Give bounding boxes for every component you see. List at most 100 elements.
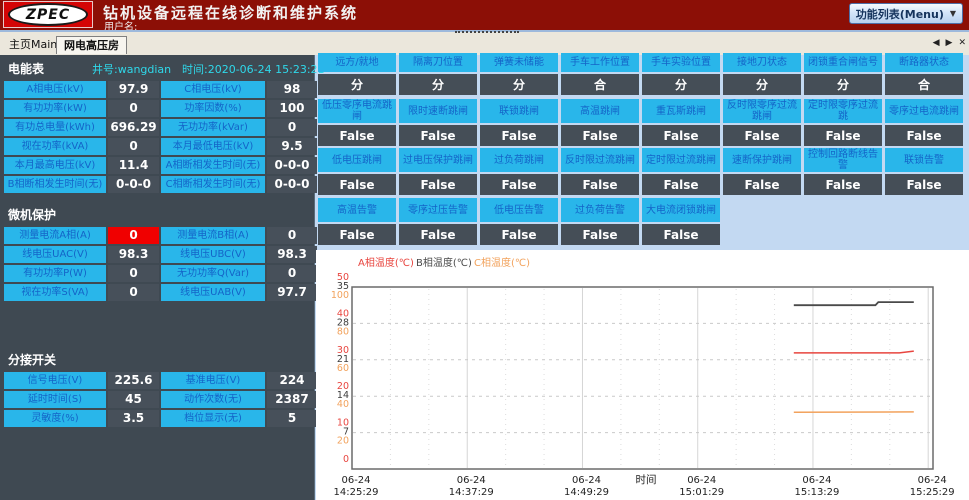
splitter-handle[interactable] <box>455 31 519 37</box>
time-label: 时间:2020-06-24 15:23:21 <box>182 61 325 79</box>
field-value: 0-0-0 <box>108 176 159 193</box>
section-title-protection: 微机保护 <box>8 206 92 224</box>
svg-text:B相温度(℃): B相温度(℃) <box>416 256 472 269</box>
field-label: 信号电压(V) <box>4 372 106 389</box>
tap-switch-grid: 信号电压(V)225.6基准电压(V)224延时时间(S)45动作次数(无)23… <box>4 372 313 427</box>
status-value: 分 <box>804 74 882 95</box>
field-label: 线电压UAC(V) <box>4 246 106 263</box>
field-value: 98.3 <box>108 246 159 263</box>
status-value: 合 <box>561 74 639 95</box>
svg-text:C相温度(℃): C相温度(℃) <box>474 256 530 269</box>
field-value: 0 <box>267 119 317 136</box>
svg-text:06-24: 06-24 <box>457 475 486 486</box>
field-label: A相电压(kV) <box>4 81 106 98</box>
field-value: 0 <box>108 284 159 301</box>
status-label: 联锁告警 <box>885 148 963 172</box>
field-label: 视在功率S(VA) <box>4 284 106 301</box>
field-label: 有功功率P(W) <box>4 265 106 282</box>
protection-grid: 测量电流A相(A)0测量电流B相(A)0线电压UAC(V)98.3线电压UBC(… <box>4 227 313 301</box>
svg-text:06-24: 06-24 <box>802 475 831 486</box>
section-protection: 微机保护 测量电流A相(A)0测量电流B相(A)0线电压UAC(V)98.3线电… <box>0 205 315 301</box>
field-value: 97.9 <box>108 81 159 98</box>
status-panel: 远方/就地分隔离刀位置分弹簧未储能分手车工作位置合手车实验位置分接地刀状态分闭锁… <box>318 53 966 250</box>
status-value: False <box>642 125 720 146</box>
field-value: 98.3 <box>267 246 317 263</box>
well-id-label: 井号:wangdian <box>92 61 182 79</box>
svg-text:0: 0 <box>343 454 349 465</box>
field-value: 2387 <box>267 391 317 408</box>
app-title: 钻机设备远程在线诊断和维护系统 <box>103 2 358 23</box>
section-energy-meter: 电能表井号:wangdian时间:2020-06-24 15:23:21 A相电… <box>0 59 315 193</box>
tab-nav: ◀ ▶ ✕ <box>933 38 966 48</box>
status-label: 高温告警 <box>318 198 396 222</box>
svg-text:06-24: 06-24 <box>341 475 370 486</box>
tab-bar: 主页Main 网电高压房 ◀ ▶ ✕ <box>0 30 969 55</box>
tab-close-icon[interactable]: ✕ <box>958 38 966 48</box>
field-label: 基准电压(V) <box>161 372 265 389</box>
svg-text:40: 40 <box>337 399 349 410</box>
status-label: 过电压保护跳闸 <box>399 148 477 172</box>
field-label: 档位显示(无) <box>161 410 265 427</box>
svg-text:60: 60 <box>337 363 349 374</box>
status-value: False <box>723 125 801 146</box>
status-label: 断路器状态 <box>885 53 963 72</box>
field-value: 0-0-0 <box>267 176 317 193</box>
status-label: 过负荷跳闸 <box>480 148 558 172</box>
svg-text:06-24: 06-24 <box>687 475 716 486</box>
svg-text:15:13:29: 15:13:29 <box>794 487 839 498</box>
field-label: 视在功率(kVA) <box>4 138 106 155</box>
field-label: 测量电流A相(A) <box>4 227 106 244</box>
tab-scroll-right-icon[interactable]: ▶ <box>946 38 953 48</box>
status-label: 反时限零序过流跳闸 <box>723 99 801 123</box>
svg-text:20: 20 <box>337 436 349 447</box>
status-label: 大电流闭锁跳闸 <box>642 198 720 222</box>
status-label: 高温跳闸 <box>561 99 639 123</box>
svg-text:06-24: 06-24 <box>918 475 947 486</box>
left-panel: 电能表井号:wangdian时间:2020-06-24 15:23:21 A相电… <box>0 55 315 500</box>
field-value: 0 <box>108 138 159 155</box>
status-value: 分 <box>723 74 801 95</box>
temperature-chart: A相温度(℃)B相温度(℃)C相温度(℃)5035100402880302160… <box>316 250 969 500</box>
status-label: 重瓦斯跳闸 <box>642 99 720 123</box>
field-label: 本月最低电压(kV) <box>161 138 265 155</box>
status-label: 弹簧未储能 <box>480 53 558 72</box>
field-label: 测量电流B相(A) <box>161 227 265 244</box>
field-label: 延时时间(S) <box>4 391 106 408</box>
status-label: 控制回路断线告警 <box>804 148 882 172</box>
status-label: 零序过电流跳闸 <box>885 99 963 123</box>
svg-text:15:25:29: 15:25:29 <box>910 487 955 498</box>
status-row: 高温告警False零序过压告警False低电压告警False过负荷告警False… <box>318 198 963 245</box>
status-value: False <box>399 125 477 146</box>
field-label: C相断相发生时间(无) <box>161 176 265 193</box>
tab-scroll-left-icon[interactable]: ◀ <box>933 38 940 48</box>
status-value: False <box>885 174 963 195</box>
svg-text:100: 100 <box>331 290 349 301</box>
status-value: False <box>480 224 558 245</box>
header: ZPEC 钻机设备远程在线诊断和维护系统 用户名: 功能列表(Menu) ▼ <box>0 0 969 30</box>
status-value: 分 <box>480 74 558 95</box>
status-value: False <box>318 174 396 195</box>
status-value: False <box>642 224 720 245</box>
status-row: 远方/就地分隔离刀位置分弹簧未储能分手车工作位置合手车实验位置分接地刀状态分闭锁… <box>318 53 963 95</box>
status-value: False <box>561 125 639 146</box>
section-title-tap-switch: 分接开关 <box>8 351 92 369</box>
status-value: 合 <box>885 74 963 95</box>
status-label: 反时限过流跳闸 <box>561 148 639 172</box>
field-value-alarm: 0 <box>108 227 159 244</box>
field-value: 45 <box>108 391 159 408</box>
field-value: 0 <box>267 227 317 244</box>
status-label: 接地刀状态 <box>723 53 801 72</box>
tab-main[interactable]: 主页Main <box>2 36 64 53</box>
status-label: 手车工作位置 <box>561 53 639 72</box>
field-label: 线电压UAB(V) <box>161 284 265 301</box>
svg-text:80: 80 <box>337 326 349 337</box>
status-value: 分 <box>642 74 720 95</box>
svg-text:时间: 时间 <box>636 473 657 486</box>
field-label: 线电压UBC(V) <box>161 246 265 263</box>
menu-button[interactable]: 功能列表(Menu) ▼ <box>849 3 963 24</box>
zpec-logo: ZPEC <box>3 1 93 28</box>
field-label: B相断相发生时间(无) <box>4 176 106 193</box>
field-label: C相电压(kV) <box>161 81 265 98</box>
tab-grid-hv-room[interactable]: 网电高压房 <box>56 36 127 54</box>
field-value: 11.4 <box>108 157 159 174</box>
